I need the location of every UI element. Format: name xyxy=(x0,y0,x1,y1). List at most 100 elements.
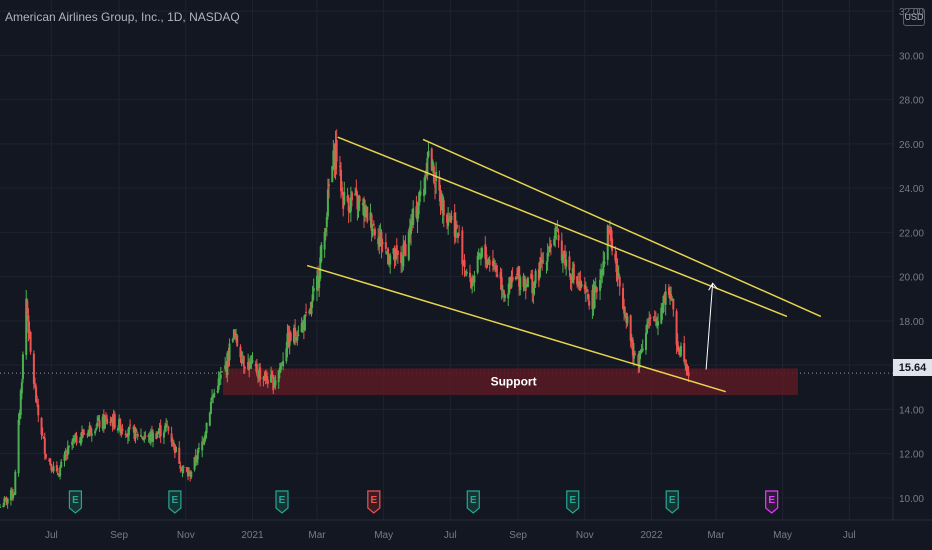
earnings-marker[interactable]: E xyxy=(275,490,289,514)
support-label: Support xyxy=(491,375,537,389)
earnings-label: E xyxy=(470,495,477,506)
candle-body xyxy=(162,432,165,438)
candle-body xyxy=(328,184,330,186)
candle-body xyxy=(197,447,200,449)
candle-body xyxy=(44,453,47,458)
candle-body xyxy=(144,435,147,437)
candle-body xyxy=(458,234,461,236)
candle-body xyxy=(568,256,571,271)
trendlines xyxy=(306,136,822,393)
candle-body xyxy=(320,244,323,262)
candle-body xyxy=(182,466,185,469)
earnings-marker[interactable]: E xyxy=(665,490,679,514)
candle-body xyxy=(167,426,170,431)
candle-body xyxy=(90,433,93,436)
candle-body xyxy=(641,348,644,351)
candle-body xyxy=(427,151,430,157)
candle-body xyxy=(52,466,55,472)
candle-body xyxy=(343,192,346,205)
y-tick-label: 14.00 xyxy=(899,405,924,416)
candle-body xyxy=(547,255,550,257)
x-tick-label: Nov xyxy=(576,530,594,541)
candle-body xyxy=(372,223,375,226)
projection-arrow xyxy=(705,283,714,370)
candle-body xyxy=(297,334,300,336)
candle-body xyxy=(455,224,458,229)
candle-body xyxy=(657,321,659,326)
candle-body xyxy=(190,471,193,478)
candle-body xyxy=(683,343,686,362)
gridlines xyxy=(0,0,893,520)
channel-upper-inner-line xyxy=(422,138,822,318)
candle-body xyxy=(41,433,44,435)
x-tick-label: 2021 xyxy=(241,530,264,541)
candle-body xyxy=(135,430,138,432)
x-tick-label: 2022 xyxy=(640,530,663,541)
candle-body xyxy=(75,435,78,444)
y-tick-label: 24.00 xyxy=(899,184,924,195)
candle-body xyxy=(20,382,23,394)
candle-body xyxy=(96,422,99,426)
x-tick-label: Mar xyxy=(707,530,725,541)
candle-body xyxy=(236,335,239,346)
candle-body xyxy=(419,192,422,194)
candle-body xyxy=(473,275,476,283)
candle-body xyxy=(626,316,629,324)
candle-body xyxy=(463,259,466,268)
candle-body xyxy=(166,424,169,426)
candle-body xyxy=(178,447,181,464)
candle-body xyxy=(255,363,258,374)
candle-body xyxy=(37,404,40,416)
candle-body xyxy=(59,467,62,477)
candle-body xyxy=(366,206,369,222)
candle-body xyxy=(83,433,86,435)
candle-body xyxy=(649,317,652,319)
price-chart[interactable]: Support EEEEEEEE 10.0012.0014.0016.0018.… xyxy=(0,0,932,550)
candle-body xyxy=(432,166,435,183)
candle-body xyxy=(565,259,568,267)
earnings-marker[interactable]: E xyxy=(566,490,580,514)
candle-body xyxy=(603,261,606,265)
candle-body xyxy=(67,445,70,448)
candle-body xyxy=(208,412,211,426)
candle-body xyxy=(259,367,262,380)
candlestick-series xyxy=(0,129,690,509)
earnings-markers: EEEEEEEE xyxy=(68,490,779,514)
candle-body xyxy=(412,208,415,226)
earnings-marker[interactable]: E xyxy=(367,490,381,514)
candle-body xyxy=(557,234,560,241)
candle-body xyxy=(6,498,9,504)
candle-body xyxy=(21,354,24,380)
candle-body xyxy=(152,432,155,442)
earnings-label: E xyxy=(669,495,676,506)
candle-body xyxy=(136,433,139,437)
earnings-marker[interactable]: E xyxy=(168,490,182,514)
candle-body xyxy=(611,238,614,251)
earnings-marker[interactable]: E xyxy=(68,490,83,514)
candle-body xyxy=(519,277,522,290)
earnings-label: E xyxy=(768,495,775,506)
candle-body xyxy=(305,311,308,313)
candle-body xyxy=(511,277,514,281)
candle-body xyxy=(341,187,344,191)
candle-body xyxy=(43,438,46,454)
candle-body xyxy=(572,263,575,280)
candle-body xyxy=(534,270,537,284)
candle-body xyxy=(442,200,445,216)
candle-body xyxy=(251,360,254,362)
y-tick-label: 28.00 xyxy=(899,96,924,107)
candle-body xyxy=(679,345,682,356)
candle-body xyxy=(350,192,353,201)
candle-body xyxy=(174,446,177,453)
earnings-marker[interactable]: E xyxy=(466,490,480,514)
candle-body xyxy=(17,419,20,474)
candle-body xyxy=(335,139,338,162)
channel-upper-outer-line xyxy=(337,136,788,318)
currency-badge[interactable]: USD xyxy=(903,8,925,26)
candle-body xyxy=(209,401,212,414)
candle-body xyxy=(159,425,162,437)
candle-body xyxy=(496,274,499,277)
candle-body xyxy=(121,428,124,432)
earnings-marker[interactable]: E xyxy=(765,490,779,514)
x-tick-label: Jul xyxy=(45,530,58,541)
